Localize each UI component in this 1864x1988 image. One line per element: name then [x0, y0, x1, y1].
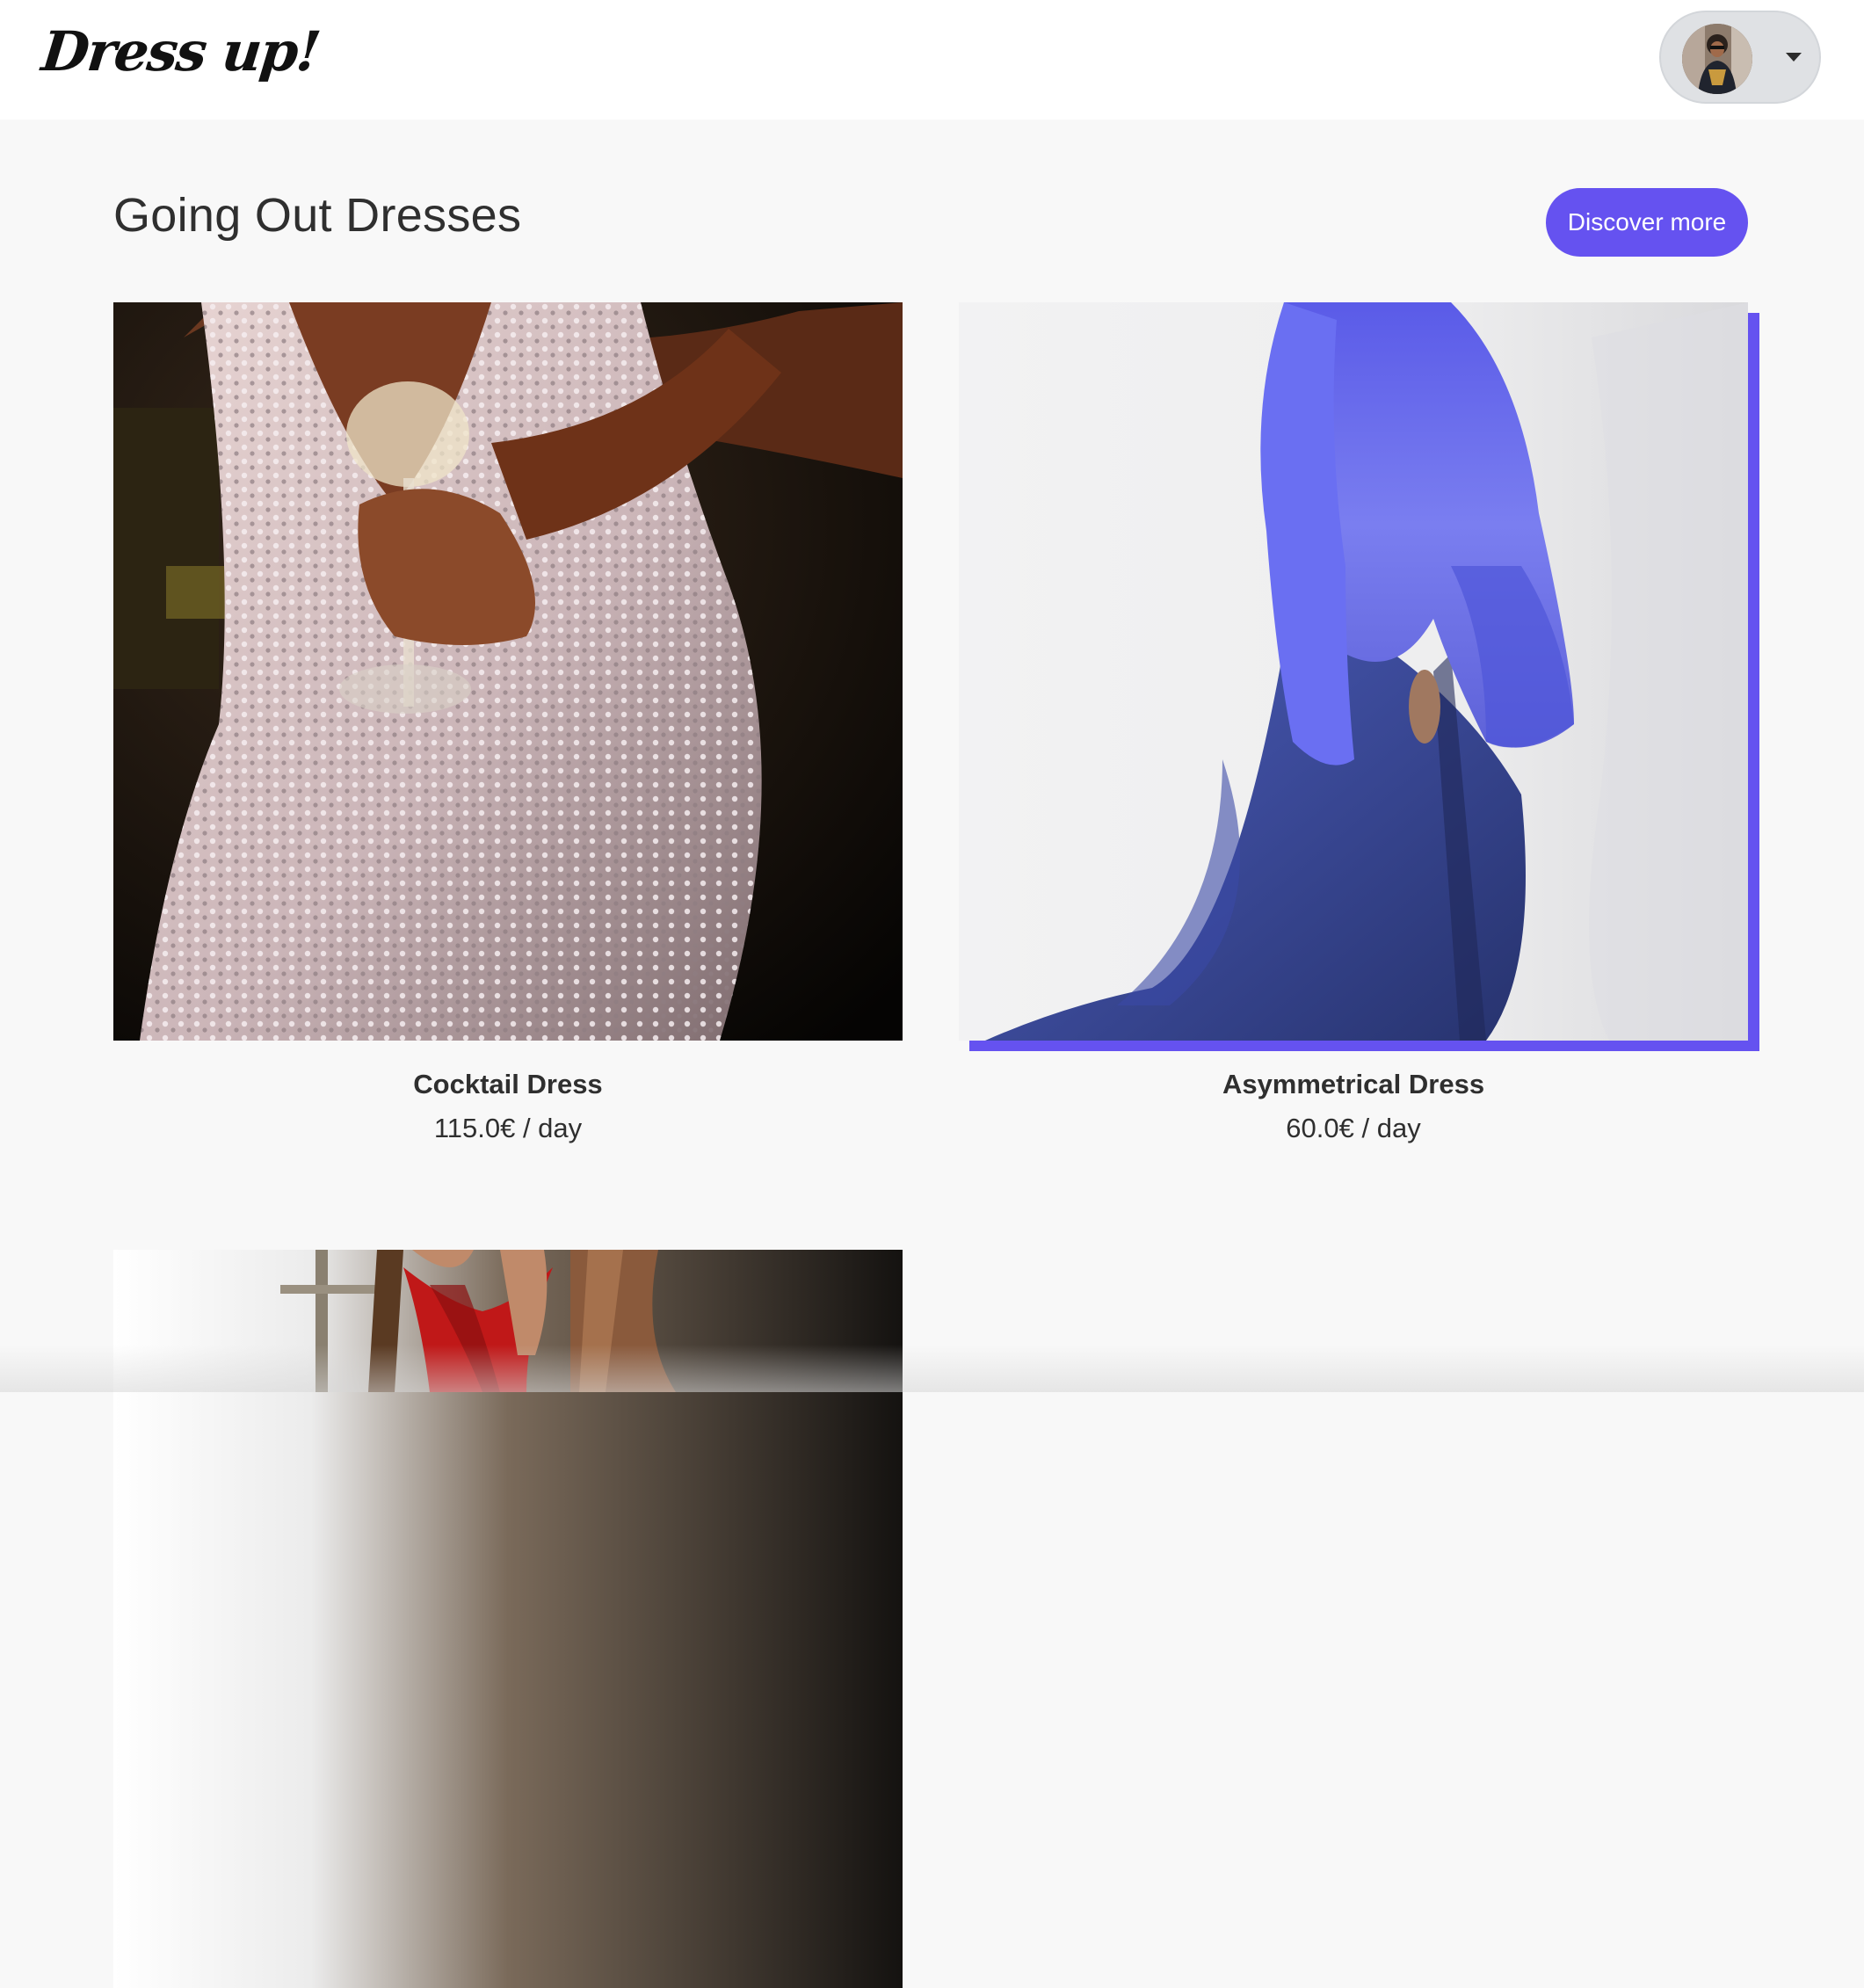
blue-fur-coat-dress-photo[interactable] [959, 302, 1748, 1041]
product-image-frame [113, 302, 903, 1041]
discover-more-button[interactable]: Discover more [1546, 188, 1748, 257]
product-price: 60.0€ / day [1286, 1113, 1421, 1143]
product-name: Asymmetrical Dress [1222, 1069, 1485, 1099]
product-price: 115.0€ / day [433, 1113, 583, 1143]
red-dress-photo[interactable] [113, 1250, 903, 1988]
product-name: Cocktail Dress [413, 1069, 603, 1099]
caret-down-icon [1786, 53, 1802, 62]
product-image-frame [959, 302, 1748, 1041]
card-highlight-border [969, 1041, 1759, 1051]
top-navbar: Dress up! [0, 0, 1864, 120]
section-title: Going Out Dresses [113, 189, 522, 242]
product-image-frame [113, 1250, 903, 1988]
card-highlight-border [1748, 313, 1759, 1051]
brand-logo[interactable]: Dress up! [39, 19, 323, 83]
user-menu-button[interactable] [1659, 11, 1821, 104]
sequin-dress-photo[interactable] [113, 302, 903, 1041]
user-avatar-icon [1682, 24, 1752, 94]
